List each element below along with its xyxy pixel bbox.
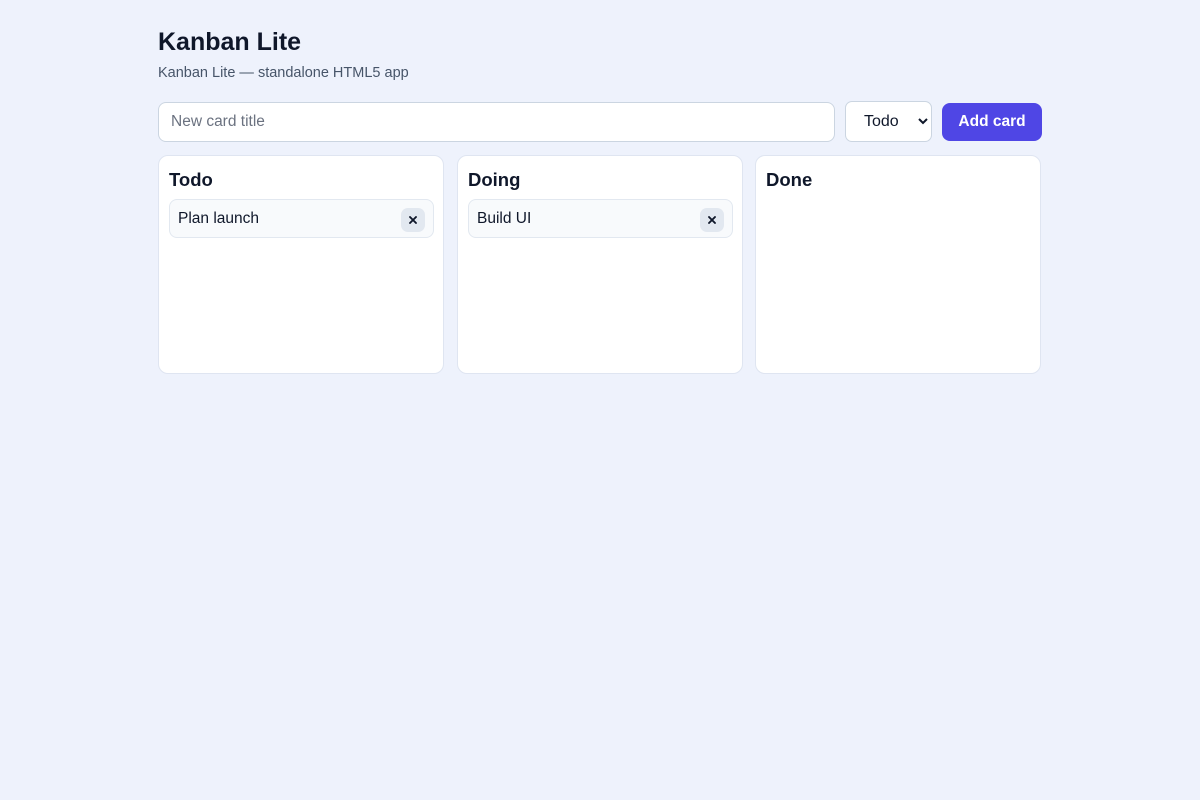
column-doing: Doing Build UI	[457, 155, 743, 374]
column-title: Todo	[169, 169, 213, 190]
new-card-title-input[interactable]	[158, 102, 835, 142]
card[interactable]: Build UI	[468, 199, 733, 238]
card-title: Plan launch	[178, 210, 260, 227]
close-icon	[409, 216, 417, 224]
column-title: Done	[766, 169, 813, 190]
delete-card-button[interactable]	[401, 208, 425, 232]
page-subtitle: Kanban Lite — standalone HTML5 app	[158, 65, 409, 81]
column-title: Doing	[468, 169, 521, 190]
card-title: Build UI	[477, 210, 532, 227]
close-icon	[708, 216, 716, 224]
column-done: Done	[755, 155, 1041, 374]
column-select[interactable]: Todo	[845, 101, 932, 142]
delete-card-button[interactable]	[700, 208, 724, 232]
column-todo: Todo Plan launch	[158, 155, 444, 374]
card[interactable]: Plan launch	[169, 199, 434, 238]
board: Todo Plan launch Doing Build UI Done	[158, 155, 1042, 375]
page-title: Kanban Lite	[158, 28, 302, 56]
add-card-button[interactable]: Add card	[942, 103, 1042, 141]
